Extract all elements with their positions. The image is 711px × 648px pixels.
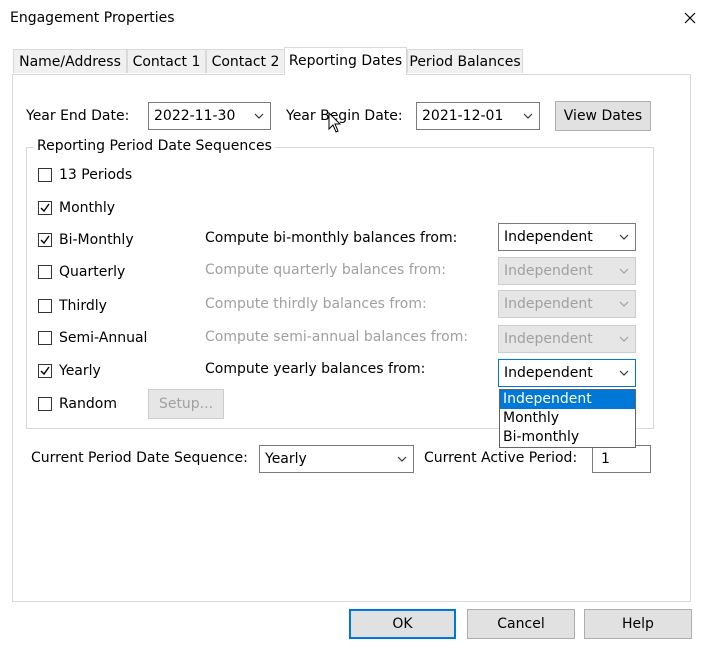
tab-period-balances[interactable]: Period Balances	[407, 49, 523, 73]
compute-quarterly-select[interactable]: Independent	[498, 257, 636, 285]
check-icon	[40, 203, 50, 213]
active-period-label: Current Active Period:	[424, 450, 578, 466]
chevron-down-icon	[619, 234, 629, 240]
ok-button[interactable]: OK	[349, 609, 456, 639]
active-period-input[interactable]: 1	[592, 445, 651, 473]
check-icon	[40, 366, 50, 376]
compute-semi-annual-select[interactable]: Independent	[498, 325, 636, 353]
chevron-down-icon	[254, 113, 264, 119]
dropdown-option-bi-monthly[interactable]: Bi-monthly	[500, 428, 635, 447]
checkbox-monthly[interactable]	[38, 201, 52, 215]
label-random: Random	[59, 396, 117, 412]
year-begin-value: 2021-12-01	[422, 108, 504, 124]
compute-bi-monthly-select[interactable]: Independent	[498, 223, 636, 251]
checkbox-thirdly[interactable]	[38, 299, 52, 313]
checkbox-13-periods[interactable]	[38, 168, 52, 182]
compute-yearly-select[interactable]: Independent	[498, 359, 636, 387]
year-end-value: 2022-11-30	[154, 108, 236, 124]
compute-quarterly-value: Independent	[504, 263, 593, 279]
label-bi-monthly: Bi-Monthly	[59, 232, 134, 248]
chevron-down-icon	[523, 113, 533, 119]
compute-bi-monthly-value: Independent	[504, 229, 593, 245]
label-thirdly: Thirdly	[59, 298, 107, 314]
tab-name-address[interactable]: Name/Address	[13, 49, 127, 73]
label-monthly: Monthly	[59, 200, 116, 216]
compute-yearly-value: Independent	[504, 365, 593, 381]
cancel-button[interactable]: Cancel	[467, 609, 575, 639]
year-begin-label: Year Begin Date:	[286, 108, 403, 124]
tab-contact-1[interactable]: Contact 1	[127, 49, 206, 73]
checkbox-semi-annual[interactable]	[38, 331, 52, 345]
close-button[interactable]	[678, 6, 702, 30]
compute-quarterly-label: Compute quarterly balances from:	[205, 262, 447, 278]
check-icon	[40, 235, 50, 245]
chevron-down-icon	[619, 301, 629, 307]
compute-yearly-label: Compute yearly balances from:	[205, 361, 426, 377]
cursor-icon	[328, 112, 342, 133]
compute-yearly-dropdown-list: Independent Monthly Bi-monthly	[499, 389, 636, 448]
label-quarterly: Quarterly	[59, 264, 126, 280]
year-end-date-picker[interactable]: 2022-11-30	[148, 102, 271, 130]
label-13-periods: 13 Periods	[59, 167, 133, 183]
year-begin-date-picker[interactable]: 2021-12-01	[416, 102, 540, 130]
chevron-down-icon	[619, 370, 629, 376]
year-end-label: Year End Date:	[26, 108, 130, 124]
current-sequence-value: Yearly	[265, 451, 307, 467]
compute-bi-monthly-label: Compute bi-monthly balances from:	[205, 230, 458, 246]
window-title: Engagement Properties	[10, 10, 175, 26]
compute-semi-annual-label: Compute semi-annual balances from:	[205, 329, 469, 345]
chevron-down-icon	[397, 456, 407, 462]
view-dates-button[interactable]: View Dates	[555, 101, 651, 131]
close-icon	[684, 12, 696, 24]
setup-button[interactable]: Setup...	[148, 389, 224, 419]
compute-thirdly-select[interactable]: Independent	[498, 290, 636, 318]
compute-thirdly-value: Independent	[504, 296, 593, 312]
dropdown-option-monthly[interactable]: Monthly	[500, 409, 635, 428]
label-yearly: Yearly	[59, 363, 101, 379]
sequence-group-label: Reporting Period Date Sequences	[34, 138, 275, 154]
checkbox-yearly[interactable]	[38, 364, 52, 378]
tab-reporting-dates[interactable]: Reporting Dates	[284, 47, 407, 75]
chevron-down-icon	[619, 336, 629, 342]
checkbox-bi-monthly[interactable]	[38, 233, 52, 247]
label-semi-annual: Semi-Annual	[59, 330, 148, 346]
chevron-down-icon	[619, 268, 629, 274]
checkbox-quarterly[interactable]	[38, 265, 52, 279]
current-sequence-label: Current Period Date Sequence:	[31, 450, 248, 466]
compute-semi-annual-value: Independent	[504, 331, 593, 347]
checkbox-random[interactable]	[38, 397, 52, 411]
help-button[interactable]: Help	[584, 609, 692, 639]
tab-contact-2[interactable]: Contact 2	[206, 49, 285, 73]
current-sequence-select[interactable]: Yearly	[259, 445, 414, 473]
dropdown-option-independent[interactable]: Independent	[500, 390, 635, 409]
compute-thirdly-label: Compute thirdly balances from:	[205, 296, 427, 312]
